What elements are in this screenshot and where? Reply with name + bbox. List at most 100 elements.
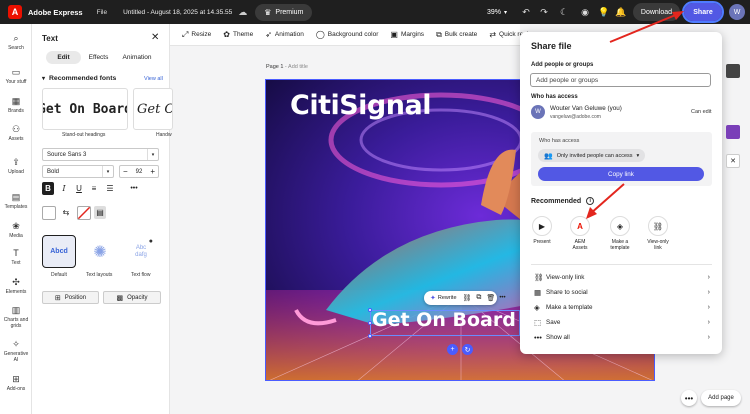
page-thumbnail[interactable] — [726, 64, 740, 78]
swap-icon[interactable]: ⇆ — [60, 206, 72, 219]
font-family-select[interactable]: Source Sans 3 ▾ — [42, 148, 159, 161]
margins-button[interactable]: ▣ Margins — [390, 30, 424, 39]
bell-icon[interactable]: 🔔 — [614, 5, 628, 19]
download-button[interactable]: Download — [633, 3, 680, 21]
rotate-icon[interactable]: ↻ — [462, 344, 473, 355]
row-make-template[interactable]: ◈ Make a template › — [534, 300, 710, 314]
more-icon[interactable]: ••• — [499, 295, 505, 301]
premium-button[interactable]: ♛ Premium — [255, 3, 313, 21]
adobe-express-logo-icon[interactable]: A — [8, 5, 22, 19]
rec-present[interactable]: ▶ Present — [525, 216, 559, 245]
opacity-button[interactable]: ▩ Opacity — [103, 291, 161, 304]
rail-item-elements[interactable]: ✣ Elements — [0, 277, 32, 295]
style-text-flow[interactable]: Abc dafg ● — [124, 235, 158, 268]
redo-icon[interactable]: ↷ — [537, 5, 551, 19]
resize-handle[interactable] — [368, 308, 372, 312]
copy-link-button[interactable]: Copy link — [538, 167, 704, 181]
addons-icon: ⊞ — [12, 374, 20, 384]
background-color-button[interactable]: ◯ Background color — [316, 30, 379, 39]
style-default[interactable]: Abcd — [42, 235, 76, 268]
rail-item-assets[interactable]: ⚇ Assets — [0, 124, 32, 142]
page-label[interactable]: Page 1 · Add title — [266, 64, 308, 70]
row-save[interactable]: ⬚ Save › — [534, 315, 710, 329]
minus-icon[interactable]: − — [123, 167, 128, 176]
share-panel-title: Share file — [531, 41, 572, 51]
theme-button[interactable]: ✿ Theme — [223, 30, 253, 39]
plus-icon[interactable]: + — [150, 167, 155, 176]
resize-handle[interactable] — [368, 321, 372, 325]
italic-button[interactable]: I — [58, 182, 70, 195]
add-page-button[interactable]: Add page — [701, 390, 741, 406]
font-family-value: Source Sans 3 — [47, 151, 87, 158]
rail-item-templates[interactable]: ▤ Templates — [0, 192, 32, 210]
moon-icon[interactable]: ☾ — [557, 5, 571, 19]
text-color-swatch[interactable] — [42, 206, 56, 220]
rail-item-addons[interactable]: ⊞ Add-ons — [0, 374, 32, 392]
bold-button[interactable]: B — [42, 182, 54, 195]
rail-item-charts[interactable]: ▥ Charts and grids — [0, 305, 32, 329]
underline-button[interactable]: U — [73, 182, 85, 195]
file-menu[interactable]: File — [97, 9, 107, 16]
close-icon[interactable]: ✕ — [726, 154, 740, 168]
font-weight-select[interactable]: Bold ▾ — [42, 165, 114, 178]
row-view-only-link[interactable]: ⛓ View-only link › — [534, 270, 710, 284]
trash-icon[interactable]: 🗑 — [486, 294, 495, 302]
row-show-all[interactable]: ••• Show all › — [534, 330, 710, 344]
rail-item-search[interactable]: ⌕ Search — [0, 33, 32, 51]
info-icon[interactable]: i — [586, 197, 595, 205]
permission-dropdown[interactable]: Can edit — [691, 109, 712, 115]
view-all-link[interactable]: View all — [144, 76, 163, 82]
account-icon[interactable]: ◉ — [578, 5, 592, 19]
duplicate-icon[interactable]: ⧉ — [476, 294, 481, 302]
style-text-layouts[interactable]: ✺ — [83, 235, 117, 268]
animation-button[interactable]: ➶ Animation — [265, 30, 304, 39]
font-card-standout[interactable]: Get On Board — [42, 88, 128, 130]
document-title[interactable]: Untitled - August 18, 2025 at 14.35.55 — [123, 9, 232, 16]
add-icon[interactable]: + — [447, 344, 458, 355]
selected-text-box[interactable]: Get On Board Now — [370, 310, 520, 336]
rail-item-brands[interactable]: ▦ Brands — [0, 96, 32, 114]
avatar[interactable]: W — [729, 4, 745, 20]
page-thumbnail[interactable] — [726, 125, 740, 139]
resize-button[interactable]: ⤢ Resize — [182, 30, 211, 40]
zoom-control[interactable]: 39% ▾ — [487, 0, 507, 24]
rail-item-generative-ai[interactable]: ✧ Generative AI — [0, 339, 32, 363]
rewrite-button[interactable]: Rewrite — [438, 295, 457, 301]
templates-icon: ▤ — [11, 192, 21, 202]
recommended-fonts-heading[interactable]: ▾ Recommended fonts — [42, 75, 116, 82]
adobe-icon: A — [570, 216, 590, 236]
rail-item-label: Add-ons — [6, 386, 26, 392]
share-button[interactable]: Share — [682, 1, 724, 23]
who-has-access-label: Who has access — [531, 94, 578, 100]
tab-edit[interactable]: Edit — [46, 51, 81, 64]
access-dropdown[interactable]: 👥 Only invited people can access ▾ — [538, 149, 646, 162]
lightbulb-icon[interactable]: 💡 — [597, 5, 611, 19]
resize-handle[interactable] — [368, 334, 372, 338]
font-size-stepper[interactable]: − 92 + — [119, 165, 159, 178]
more-icon[interactable]: ••• — [681, 390, 697, 406]
rec-view-only-link[interactable]: ⛓ View-only link — [641, 216, 675, 251]
font-card-handwritten[interactable]: Get On — [133, 88, 173, 130]
rec-make-template[interactable]: ◈ Make a template — [603, 216, 637, 251]
undo-icon[interactable]: ↶ — [519, 5, 533, 19]
row-share-to-social[interactable]: ▦ Share to social › — [534, 285, 710, 299]
bulk-create-button[interactable]: ⧉ Bulk create — [436, 30, 477, 40]
rail-item-your-stuff[interactable]: ▭ Your stuff — [0, 67, 32, 85]
rail-item-media[interactable]: ❀ Media — [0, 221, 32, 239]
add-title-link[interactable]: Add title — [288, 64, 308, 70]
tab-effects[interactable]: Effects — [82, 51, 115, 64]
rail-item-upload[interactable]: ⇪ Upload — [0, 157, 32, 175]
add-people-input[interactable]: Add people or groups — [530, 73, 711, 87]
no-fill-swatch[interactable] — [77, 206, 91, 220]
close-icon[interactable]: ✕ — [151, 32, 159, 43]
more-icon[interactable]: ••• — [128, 182, 140, 195]
tab-animation[interactable]: Animation — [116, 51, 158, 64]
rec-aem-assets[interactable]: A AEM Assets — [563, 216, 597, 251]
link-icon[interactable]: ⛓ — [463, 294, 472, 302]
position-button[interactable]: ⊞ Position — [42, 291, 99, 304]
align-left-icon[interactable]: ≡ — [88, 182, 100, 195]
highlight-icon[interactable]: ▤ — [94, 206, 106, 219]
brand-text[interactable]: CitiSignal — [290, 90, 431, 121]
list-icon[interactable]: ☰ — [104, 182, 116, 195]
rail-item-text[interactable]: T Text — [0, 248, 32, 266]
